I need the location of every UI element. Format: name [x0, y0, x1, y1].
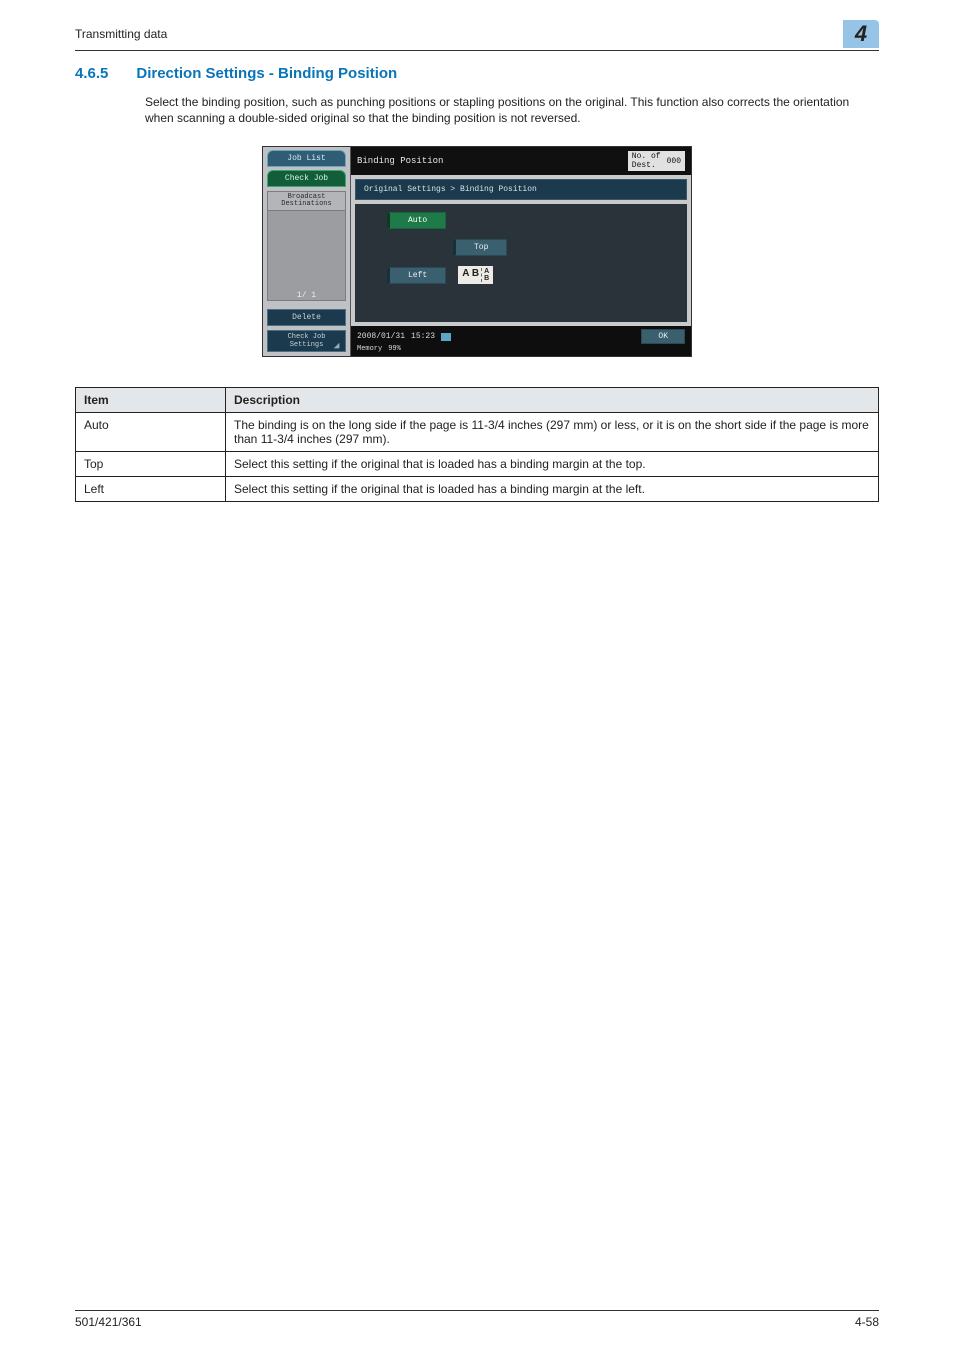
table-header-item: Item: [76, 388, 226, 413]
check-job-settings-button[interactable]: Check Job Settings: [267, 330, 346, 352]
option-auto[interactable]: Auto: [387, 212, 446, 229]
option-top[interactable]: Top: [453, 239, 507, 256]
broadcast-destinations-label: Broadcast Destinations: [268, 192, 345, 211]
footer-model: 501/421/361: [75, 1315, 142, 1329]
status-flag-icon: [441, 333, 451, 341]
tab-check-job[interactable]: Check Job: [267, 170, 346, 187]
table-row: Top Select this setting if the original …: [76, 452, 879, 477]
ok-button[interactable]: OK: [641, 329, 685, 344]
section-paragraph: Select the binding position, such as pun…: [145, 94, 879, 126]
delete-button[interactable]: Delete: [267, 309, 346, 326]
binding-position-icon: A B A B: [458, 266, 493, 284]
device-screenshot: Job List Check Job Broadcast Destination…: [262, 146, 692, 357]
section-heading: 4.6.5 Direction Settings - Binding Posit…: [75, 65, 879, 82]
tab-job-list[interactable]: Job List: [267, 150, 346, 167]
description-table: Item Description Auto The binding is on …: [75, 387, 879, 502]
option-left[interactable]: Left: [387, 267, 446, 284]
pager-indicator: 1/ 1: [268, 211, 345, 300]
footer-page-number: 4-58: [855, 1315, 879, 1329]
chapter-number-badge: 4: [843, 20, 879, 48]
section-number: 4.6.5: [75, 65, 108, 82]
page-footer: 501/421/361 4-58: [75, 1310, 879, 1329]
panel-title: Binding Position: [357, 156, 443, 166]
table-header-description: Description: [226, 388, 879, 413]
status-info: 2008/01/31 15:23: [357, 332, 451, 341]
dest-count: No. of Dest. 000: [628, 151, 685, 171]
table-row: Auto The binding is on the long side if …: [76, 413, 879, 452]
section-title: Direction Settings - Binding Position: [136, 65, 397, 82]
running-head: Transmitting data: [75, 27, 167, 41]
page-header: Transmitting data 4: [75, 20, 879, 51]
status-memory: Memory 99%: [357, 345, 401, 353]
table-row: Left Select this setting if the original…: [76, 477, 879, 502]
breadcrumb: Original Settings > Binding Position: [355, 179, 687, 200]
